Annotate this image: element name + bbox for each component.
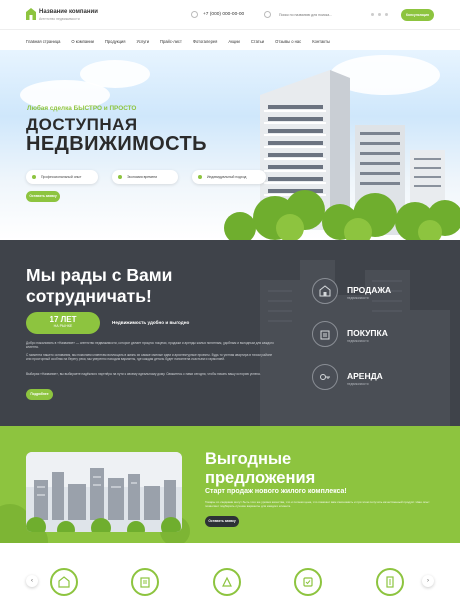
promo-title-line1: Выгодные [205, 450, 292, 468]
hero-title-line2: НЕДВИЖИМОСТЬ [26, 133, 207, 155]
service-subtitle: недвижимости [347, 339, 369, 343]
promo-request-button[interactable]: Оставить заявку [205, 516, 239, 527]
nav-item[interactable]: Главная страница [26, 39, 60, 44]
nav-item[interactable]: Прайс-лист [160, 39, 182, 44]
nav-item[interactable]: Отзывы о нас [275, 39, 301, 44]
service-subtitle: недвижимости [347, 382, 369, 386]
building-illustration [224, 70, 460, 240]
nav-item[interactable]: О компании [71, 39, 94, 44]
consultation-button[interactable]: Консультация [401, 9, 434, 21]
page: Название компании Агентство недвижимости… [0, 0, 460, 600]
carousel-icon[interactable] [213, 568, 241, 596]
carousel-icon[interactable] [376, 568, 404, 596]
about-paragraph: Выбирая «Название», вы выбираете надёжно… [26, 372, 261, 376]
company-subtitle: Агентство недвижимости [39, 17, 80, 21]
key-icon[interactable] [312, 364, 338, 390]
service-title[interactable]: ПОКУПКА [347, 328, 388, 338]
about-more-button[interactable]: Подробнее [26, 389, 53, 400]
social-icon[interactable] [385, 13, 388, 16]
service-subtitle: недвижимости [347, 296, 369, 300]
nav-item[interactable]: Статьи [251, 39, 264, 44]
search-icon[interactable] [264, 11, 271, 18]
feature-pill: Профессиональный опыт [26, 170, 98, 184]
years-value: 17 ЛЕТ [49, 315, 77, 324]
phone-number[interactable]: +7 (000) 000-00-00 [203, 12, 244, 17]
about-paragraph: С момента нашего основания, мы помогаем … [26, 353, 273, 362]
carousel-icon[interactable] [131, 568, 159, 596]
service-title[interactable]: АРЕНДА [347, 371, 383, 381]
check-icon [32, 175, 36, 179]
service-title[interactable]: ПРОДАЖА [347, 285, 391, 295]
logo-icon[interactable] [26, 8, 36, 20]
social-icon[interactable] [371, 13, 374, 16]
house-sale-icon[interactable] [312, 278, 338, 304]
check-icon [198, 175, 202, 179]
years-badge: 17 ЛЕТ НА РЫНКЕ [26, 312, 100, 334]
feature-label: Профессиональный опыт [41, 175, 82, 179]
about-title-line1: Мы рады с Вами [26, 265, 173, 285]
promo-title-line2: предложения [205, 469, 316, 487]
promo-text: Товары со скидками могут быть того же ур… [205, 500, 430, 509]
promo-title: Выгодные предложения [205, 450, 315, 488]
about-title: Мы рады с Вами сотрудничать! [26, 265, 172, 307]
about-title-line2: сотрудничать! [26, 286, 152, 306]
site-header: Название компании Агентство недвижимости… [0, 0, 460, 30]
nav-item[interactable]: Контакты [312, 39, 330, 44]
house-buy-icon[interactable] [312, 321, 338, 347]
carousel-icon[interactable] [294, 568, 322, 596]
city-photo [26, 452, 182, 532]
years-label: НА РЫНКЕ [53, 324, 73, 328]
search-input[interactable] [279, 11, 369, 19]
nav-item[interactable]: Продукция [105, 39, 125, 44]
nav-item[interactable]: Услуги [136, 39, 149, 44]
cloud [80, 60, 150, 88]
feature-pill: Экономия времени [112, 170, 178, 184]
arrow-right-icon[interactable]: › [422, 575, 434, 587]
feature-label: Экономия времени [127, 175, 158, 179]
hero-request-button[interactable]: Оставить заявку [26, 191, 60, 202]
carousel-icon[interactable] [50, 568, 78, 596]
feature-pill: Индивидуальный подход [192, 170, 266, 184]
nav-item[interactable]: Акции [228, 39, 239, 44]
nav-item[interactable]: Фотогалерея [193, 39, 218, 44]
phone-icon [191, 11, 198, 18]
main-nav: Главная страница О компании Продукция Ус… [26, 39, 330, 44]
check-icon [118, 175, 122, 179]
years-caption: Недвижимость удобно и выгодно [112, 320, 190, 325]
feature-label: Индивидуальный подход [207, 175, 247, 179]
arrow-left-icon[interactable]: ‹ [26, 575, 38, 587]
hero-title-line1: ДОСТУПНАЯ [26, 115, 138, 134]
promo-subtitle: Старт продаж нового жилого комплекса! [205, 488, 347, 495]
hero-tagline: Любая сделка БЫСТРО и ПРОСТО [27, 105, 137, 112]
company-name[interactable]: Название компании [39, 9, 98, 15]
social-icon[interactable] [378, 13, 381, 16]
about-paragraph: Добро пожаловать в «Название» — агентств… [26, 341, 274, 350]
